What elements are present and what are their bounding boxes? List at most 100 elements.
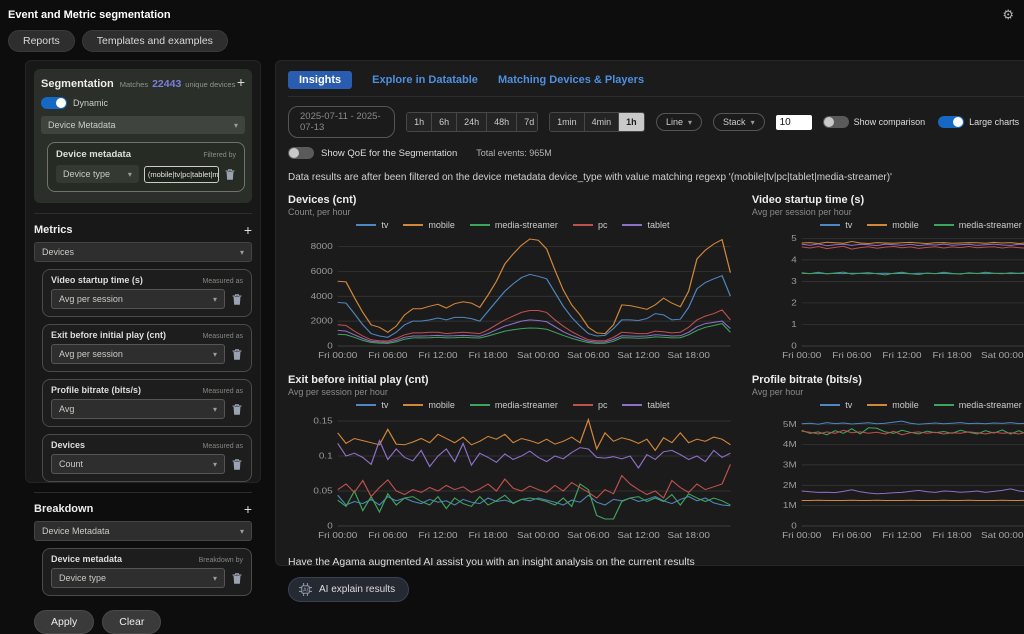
trash-icon[interactable] [231, 572, 243, 585]
toggle-large-charts: Large charts [938, 116, 1019, 128]
apply-button[interactable]: Apply [34, 610, 94, 634]
range-button-1h[interactable]: 1h [407, 113, 432, 131]
range-button-24h[interactable]: 24h [457, 113, 487, 131]
legend-swatch [470, 224, 490, 226]
legend-item-media-streamer[interactable]: media-streamer [934, 400, 1022, 410]
chevron-down-icon: ▾ [751, 118, 755, 127]
trash-icon[interactable] [231, 458, 243, 471]
legend-swatch [934, 404, 954, 406]
filter-note: Data results are after been filtered on … [288, 172, 1024, 183]
metric-card-exit-before-initial-play-cnt: Exit before initial play (cnt)Measured a… [42, 324, 252, 372]
series-line-pc [338, 464, 731, 498]
dynamic-toggle[interactable] [41, 97, 67, 109]
resolution-button-1h[interactable]: 1h [619, 113, 645, 131]
svg-text:Fri 18:00: Fri 18:00 [932, 531, 971, 540]
legend-item-pc[interactable]: pc [573, 400, 608, 410]
tab-insights[interactable]: Insights [288, 71, 352, 89]
chart-type-select[interactable]: Line▾ [656, 113, 702, 131]
chart-plot: 012345Fri 00:00Fri 06:00Fri 12:00Fri 18:… [752, 230, 1024, 364]
tab-matching-devices-players[interactable]: Matching Devices & Players [498, 74, 644, 86]
stack-select[interactable]: Stack▾ [713, 113, 765, 131]
large-charts-toggle[interactable] [938, 116, 964, 128]
legend-item-tv[interactable]: tv [356, 220, 388, 230]
metric-measure-select[interactable]: Avg per session▾ [51, 344, 225, 364]
tab-explore-in-datatable[interactable]: Explore in Datatable [372, 74, 478, 86]
metrics-category-select[interactable]: Devices▾ [34, 242, 252, 262]
trash-icon[interactable] [231, 293, 243, 306]
trash-icon[interactable] [231, 348, 243, 361]
legend-item-media-streamer[interactable]: media-streamer [470, 220, 558, 230]
legend-item-media-streamer[interactable]: media-streamer [934, 220, 1022, 230]
clear-button[interactable]: Clear [102, 610, 161, 634]
add-breakdown-icon[interactable]: + [244, 504, 252, 514]
range-button-6h[interactable]: 6h [432, 113, 457, 131]
metric-card-video-startup-time-s: Video startup time (s)Measured asAvg per… [42, 269, 252, 317]
series-line-tablet [802, 485, 1024, 494]
svg-text:Sat 18:00: Sat 18:00 [667, 531, 710, 540]
chart-legend: tv mobile media-streamer pc tablet [288, 400, 738, 410]
svg-text:0.15: 0.15 [313, 417, 332, 426]
svg-text:Sat 00:00: Sat 00:00 [981, 351, 1024, 360]
legend-item-tv[interactable]: tv [820, 220, 852, 230]
breakdown-category-select[interactable]: Device Metadata▾ [34, 521, 252, 541]
series-limit-input[interactable] [776, 115, 812, 130]
add-metric-icon[interactable]: + [244, 225, 252, 235]
chart-title: Exit before initial play (cnt) [288, 374, 738, 386]
series-line-tablet [802, 244, 1024, 246]
legend-item-pc[interactable]: pc [573, 220, 608, 230]
svg-text:Sat 18:00: Sat 18:00 [667, 351, 710, 360]
add-segmentation-icon[interactable]: + [237, 77, 245, 87]
filtered-by-label: Filtered by [203, 152, 236, 159]
matches-suffix: unique devices [185, 80, 235, 89]
resolution-button-4min[interactable]: 4min [585, 113, 620, 131]
svg-text:4000: 4000 [311, 292, 333, 301]
svg-text:Fri 00:00: Fri 00:00 [318, 351, 357, 360]
legend-label: tv [381, 400, 388, 410]
legend-swatch [934, 224, 954, 226]
series-line-mobile [802, 242, 1024, 244]
legend-item-mobile[interactable]: mobile [403, 400, 455, 410]
metric-measure-select[interactable]: Avg▾ [51, 399, 225, 419]
legend-item-tablet[interactable]: tablet [622, 400, 669, 410]
trash-icon[interactable] [224, 168, 236, 181]
range-button-48h[interactable]: 48h [487, 113, 517, 131]
legend-item-mobile[interactable]: mobile [867, 400, 919, 410]
legend-item-media-streamer[interactable]: media-streamer [470, 400, 558, 410]
svg-text:Sat 12:00: Sat 12:00 [617, 531, 660, 540]
templates-button[interactable]: Templates and examples [82, 30, 228, 52]
chevron-down-icon: ▾ [234, 121, 238, 130]
legend-item-tv[interactable]: tv [356, 400, 388, 410]
qoe-toggle[interactable] [288, 147, 314, 159]
chart-subtitle: Count, per hour [288, 207, 738, 217]
measured-as-label: Measured as [203, 388, 243, 395]
metric-card-profile-bitrate-bits-s: Profile bitrate (bits/s)Measured asAvg▾ [42, 379, 252, 427]
legend-item-tv[interactable]: tv [820, 400, 852, 410]
segmentation-category-select[interactable]: Device Metadata▾ [41, 116, 245, 134]
metric-measure-select[interactable]: Avg per session▾ [51, 289, 225, 309]
gear-icon[interactable]: ⚙ [1002, 7, 1014, 23]
ai-chip-icon: AI [299, 583, 312, 596]
chevron-down-icon: ▾ [240, 527, 244, 536]
metric-measure-select[interactable]: Count▾ [51, 454, 225, 474]
date-range-input[interactable]: 2025-07-11 - 2025-07-13 [288, 106, 395, 138]
svg-text:Sat 06:00: Sat 06:00 [567, 351, 610, 360]
legend-item-mobile[interactable]: mobile [867, 220, 919, 230]
breakdown-field-select[interactable]: Device type▾ [51, 568, 225, 588]
legend-item-mobile[interactable]: mobile [403, 220, 455, 230]
legend-item-tablet[interactable]: tablet [622, 220, 669, 230]
reports-button[interactable]: Reports [8, 30, 75, 52]
svg-text:5M: 5M [783, 420, 797, 429]
range-button-7d[interactable]: 7d [517, 113, 538, 131]
svg-text:Fri 18:00: Fri 18:00 [932, 351, 971, 360]
show-comparison-toggle[interactable] [823, 116, 849, 128]
ai-explain-button[interactable]: AI AI explain results [288, 577, 409, 602]
legend-label: media-streamer [959, 220, 1022, 230]
legend-swatch [573, 404, 593, 406]
trash-icon[interactable] [231, 403, 243, 416]
filter-regexp-input[interactable]: (mobile|tv|pc|tablet|media-streame [144, 166, 219, 183]
charts-grid: Devices (cnt)Count, per hourtvmobilemedi… [288, 194, 1024, 544]
resolution-button-1min[interactable]: 1min [550, 113, 585, 131]
device-type-select[interactable]: Device type▾ [56, 165, 139, 183]
device-metadata-card: Device metadata Filtered by Device type▾… [47, 142, 245, 192]
chart-subtitle: Avg per hour [752, 387, 1024, 397]
